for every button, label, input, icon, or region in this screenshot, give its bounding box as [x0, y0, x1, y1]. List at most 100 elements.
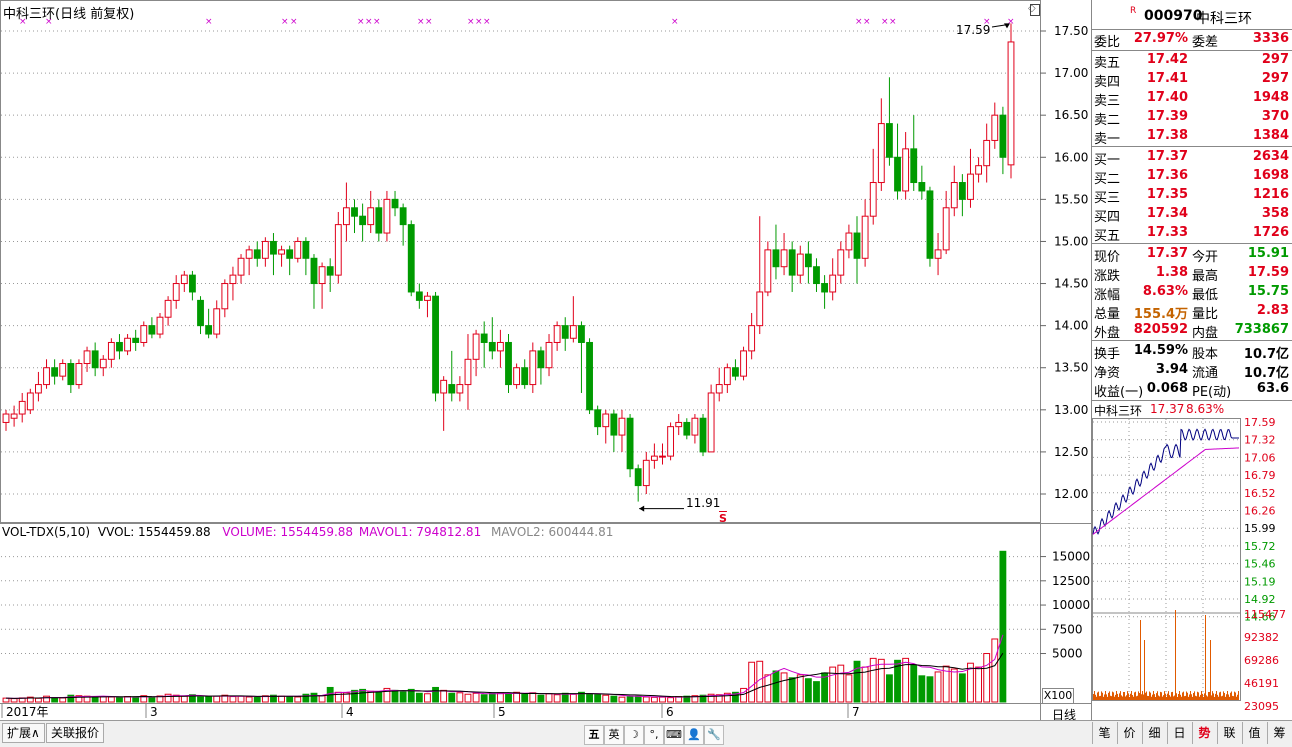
right-tab-2[interactable]: 细 [1142, 722, 1166, 744]
right-tab-5[interactable]: 联 [1217, 722, 1241, 744]
signal-marker: × [290, 17, 298, 27]
candle-body [164, 299, 172, 318]
wrench-icon[interactable]: 🔧 [704, 725, 724, 745]
mavol2-value: MAVOL2: 600444.81 [491, 525, 614, 539]
candle-body [302, 240, 310, 259]
volume-axis-label: 7500 [1052, 622, 1083, 636]
candle-body [610, 413, 618, 436]
order-price: 17.34 [1146, 206, 1188, 221]
webi-value: 27.97% [1133, 31, 1188, 46]
signal-marker: × [357, 17, 365, 27]
candle-body [877, 123, 885, 184]
volume-bar [415, 692, 423, 703]
buy-level-row[interactable]: 买三 17.35 1216 [1092, 186, 1292, 206]
stat-row[interactable]: 总量 155.4万 量比 2.83 [1092, 302, 1292, 322]
candle-body [886, 123, 893, 158]
candle-body [197, 299, 204, 327]
candle-body [780, 249, 788, 268]
stat-row[interactable]: 涨幅 8.63% 最低 15.75 [1092, 283, 1292, 303]
volume-bar [237, 695, 245, 703]
fundamental-row[interactable]: 换手 14.59% 股本 10.7亿 [1092, 342, 1292, 362]
candle-body [910, 148, 918, 184]
user-icon[interactable]: 👤 [684, 725, 704, 745]
stat-label: 净资 [1094, 366, 1121, 381]
buy-level-row[interactable]: 买四 17.34 358 [1092, 205, 1292, 225]
order-volume: 1726 [1252, 225, 1289, 240]
sell-level-row[interactable]: 卖一 17.38 1384 [1092, 127, 1292, 147]
candle-body [180, 274, 188, 285]
candle-body [821, 283, 829, 293]
high-price-marker: 17.59 [956, 23, 991, 37]
order-volume: 297 [1261, 52, 1289, 67]
right-tab-0[interactable]: 笔 [1092, 722, 1116, 744]
buy-level-row[interactable]: 买二 17.36 1698 [1092, 167, 1292, 187]
mini-price-label: 15.72 [1244, 540, 1276, 553]
sell-level-row[interactable]: 卖四 17.41 297 [1092, 70, 1292, 90]
buy-level-row[interactable]: 买一 17.37 2634 [1092, 148, 1292, 168]
kline-chart[interactable]: 17.50 17.00 16.50 16.00 15.50 15.00 14.50 14.00… [0, 0, 1091, 746]
stat-value: 0.068 [1146, 381, 1188, 396]
candle-body [107, 341, 115, 360]
candle-body [310, 257, 318, 285]
right-tab-4[interactable]: 势 [1192, 722, 1216, 744]
sell-level-row[interactable]: 卖五 17.42 297 [1092, 51, 1292, 71]
buy-level-row[interactable]: 买五 17.33 1726 [1092, 224, 1292, 244]
vvol-value: VVOL: 1554459.88 [97, 525, 211, 539]
punctuation-icon[interactable]: °, [644, 725, 664, 745]
candle-body [845, 232, 853, 251]
candle-body [732, 367, 739, 377]
volume-bar [602, 694, 610, 703]
order-volume: 370 [1261, 109, 1289, 124]
candle-body [399, 207, 407, 226]
candle-body [334, 224, 342, 276]
price-axis-label: 13.50 [1054, 361, 1088, 375]
volume-bar [586, 693, 593, 703]
candle-body [253, 249, 261, 259]
intraday-mini-chart[interactable]: 17.59 17.32 17.06 16.79 16.52 16.26 15.99 15.72… [1092, 418, 1292, 720]
stat-row[interactable]: 现价 17.37 今开 15.91 [1092, 245, 1292, 265]
sell-level-row[interactable]: 卖二 17.39 370 [1092, 108, 1292, 128]
mini-price-label: 16.79 [1244, 469, 1276, 482]
moon-icon[interactable]: ☽ [624, 725, 644, 745]
right-tab-3[interactable]: 日 [1167, 722, 1191, 744]
weicha-value: 3336 [1252, 31, 1289, 46]
english-mode-icon[interactable]: 英 [604, 725, 624, 745]
volume-bar [205, 696, 213, 703]
volume-bar [950, 668, 958, 703]
stat-label: 收益(一) [1094, 385, 1144, 400]
fundamental-row[interactable]: 收益(一) 0.068 PE(动) 63.6 [1092, 380, 1292, 400]
fundamental-row[interactable]: 净资 3.94 流通 10.7亿 [1092, 361, 1292, 381]
order-volume: 297 [1261, 71, 1289, 86]
volume-bar [164, 693, 172, 703]
sell-level-row[interactable]: 卖三 17.40 1948 [1092, 89, 1292, 109]
candle-body [772, 249, 780, 268]
stat-row[interactable]: 外盘 820592 内盘 733867 [1092, 321, 1292, 341]
candle-body [342, 207, 350, 226]
volume-bar [43, 695, 50, 703]
wubi-input-icon[interactable]: 五 [584, 725, 604, 745]
mini-vol-label: 23095 [1244, 700, 1279, 713]
keyboard-icon[interactable]: ⌨ [664, 725, 684, 745]
price-axis-label: 16.00 [1054, 150, 1088, 164]
maximize-icon[interactable] [1030, 4, 1040, 16]
candle-body [237, 257, 245, 276]
right-tab-1[interactable]: 价 [1117, 722, 1141, 744]
candle-body [902, 148, 910, 192]
candle-body [440, 379, 448, 394]
stat-row[interactable]: 涨跌 1.38 最高 17.59 [1092, 264, 1292, 284]
candle-body [756, 291, 764, 327]
right-tab-6[interactable]: 值 [1242, 722, 1266, 744]
candle-body [667, 426, 675, 457]
volume-bar [488, 692, 496, 703]
candle-body [35, 384, 42, 394]
volume-bar [440, 689, 448, 703]
price-axis-label: 17.00 [1054, 66, 1088, 80]
tab-related-quotes[interactable]: 关联报价 [46, 723, 105, 743]
candle-body [934, 249, 942, 259]
time-axis-label: 7 [852, 705, 860, 719]
tab-expand[interactable]: 扩展∧ [2, 723, 45, 743]
candle-body [529, 350, 537, 386]
quote-r-marker: R [1130, 6, 1137, 16]
mavol1-value: MAVOL1: 794812.81 [358, 525, 482, 539]
right-tab-7[interactable]: 筹 [1267, 722, 1291, 744]
